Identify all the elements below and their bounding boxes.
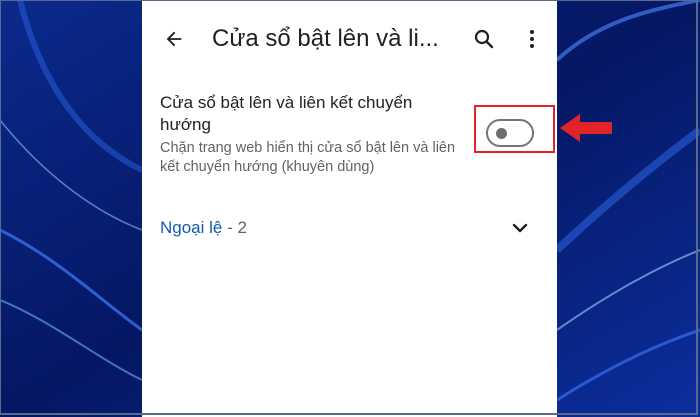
image-frame xyxy=(0,0,698,415)
